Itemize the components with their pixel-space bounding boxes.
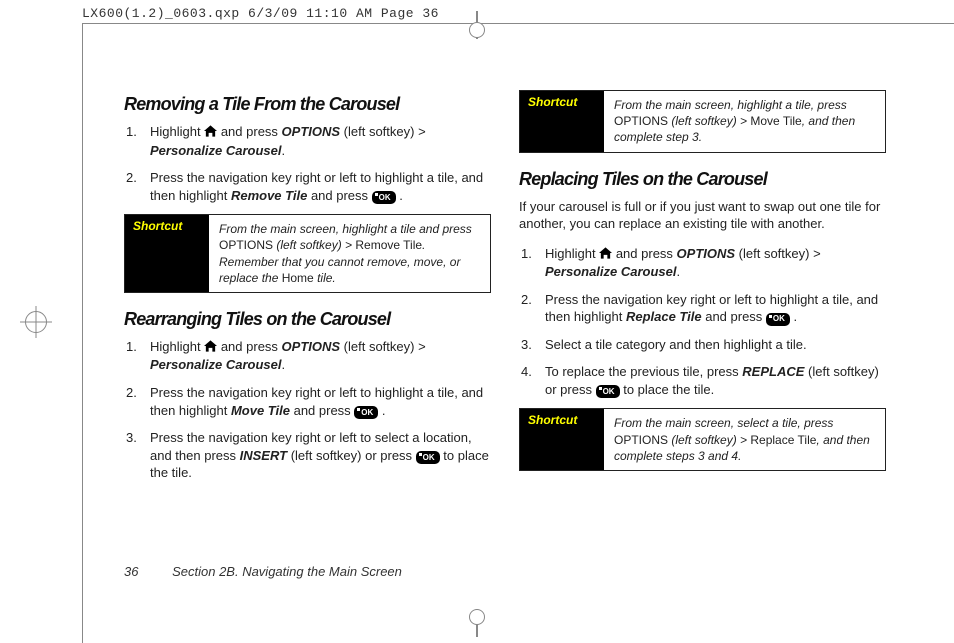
left-column: Removing a Tile From the Carousel Highli…	[124, 90, 491, 492]
text: From the main screen, select a tile, pre…	[614, 416, 833, 430]
text: (left softkey) >	[668, 433, 750, 447]
options-label: OPTIONS	[677, 246, 736, 261]
text: Highlight	[150, 339, 204, 354]
shortcut-body: From the main screen, highlight a tile a…	[209, 215, 490, 292]
text: Remove Tile	[355, 238, 422, 252]
page-footer: 36 Section 2B. Navigating the Main Scree…	[124, 564, 402, 579]
top-rule	[82, 23, 954, 24]
ok-key-icon: OK	[354, 406, 378, 419]
replacing-steps: Highlight and press OPTIONS (left softke…	[519, 245, 886, 399]
move-tile-label: Move Tile	[231, 403, 290, 418]
remove-tile-label: Remove Tile	[231, 188, 307, 203]
right-column: Shortcut From the main screen, highlight…	[519, 90, 886, 492]
ok-key-icon: OK	[416, 451, 440, 464]
text: (left softkey) >	[344, 339, 426, 354]
rearranging-steps: Highlight and press OPTIONS (left softke…	[124, 338, 491, 482]
text: Replace Tile	[750, 433, 816, 447]
text: and press	[705, 309, 766, 324]
step: Press the navigation key right or left t…	[519, 291, 886, 326]
personalize-label: Personalize Carousel	[545, 264, 677, 279]
shortcut-box-replace: Shortcut From the main screen, select a …	[519, 408, 886, 471]
text: Highlight	[150, 124, 204, 139]
text: Highlight	[545, 246, 599, 261]
text: Home	[282, 271, 314, 285]
text: OPTIONS	[614, 433, 668, 447]
text: .	[282, 143, 286, 158]
removing-steps: Highlight and press OPTIONS (left softke…	[124, 123, 491, 204]
text: (left softkey) >	[344, 124, 426, 139]
doc-header: LX600(1.2)_0603.qxp 6/3/09 11:10 AM Page…	[82, 6, 439, 21]
text: and press	[616, 246, 677, 261]
shortcut-box-move: Shortcut From the main screen, highlight…	[519, 90, 886, 153]
shortcut-label: Shortcut	[520, 409, 604, 470]
replace-tile-label: Replace Tile	[626, 309, 702, 324]
text: .	[282, 357, 286, 372]
text: From the main screen, highlight a tile, …	[614, 98, 847, 112]
step: Press the navigation key right or left t…	[124, 169, 491, 204]
step: Highlight and press OPTIONS (left softke…	[124, 338, 491, 374]
shortcut-label: Shortcut	[125, 215, 209, 292]
text: Move Tile	[750, 114, 801, 128]
crop-circle-top	[469, 22, 485, 38]
options-label: OPTIONS	[282, 339, 341, 354]
text: OPTIONS	[614, 114, 668, 128]
home-icon	[599, 246, 612, 264]
personalize-label: Personalize Carousel	[150, 143, 282, 158]
text: to place the tile.	[623, 382, 714, 397]
step: To replace the previous tile, press REPL…	[519, 363, 886, 398]
shortcut-box-remove: Shortcut From the main screen, highlight…	[124, 214, 491, 293]
text: and press	[221, 339, 282, 354]
step: Press the navigation key right or left t…	[124, 429, 491, 482]
text: To replace the previous tile, press	[545, 364, 742, 379]
shortcut-body: From the main screen, select a tile, pre…	[604, 409, 885, 470]
heading-rearranging: Rearranging Tiles on the Carousel	[124, 309, 491, 330]
text: From the main screen, highlight a tile a…	[219, 222, 472, 236]
shortcut-body: From the main screen, highlight a tile, …	[604, 91, 885, 152]
ok-key-icon: OK	[596, 385, 620, 398]
page-content: Removing a Tile From the Carousel Highli…	[124, 90, 886, 492]
registration-mark-left	[25, 311, 47, 333]
step: Highlight and press OPTIONS (left softke…	[124, 123, 491, 159]
text: and press	[294, 403, 355, 418]
page-number: 36	[124, 564, 138, 579]
text: (left softkey) >	[739, 246, 821, 261]
text: .	[378, 403, 385, 418]
text: OPTIONS	[219, 238, 273, 252]
replace-label: REPLACE	[742, 364, 804, 379]
section-title: Section 2B. Navigating the Main Screen	[172, 564, 402, 579]
insert-label: INSERT	[240, 448, 287, 463]
ok-key-icon: OK	[372, 191, 396, 204]
shortcut-label: Shortcut	[520, 91, 604, 152]
text: (left softkey) >	[668, 114, 750, 128]
options-label: OPTIONS	[282, 124, 341, 139]
step: Highlight and press OPTIONS (left softke…	[519, 245, 886, 281]
home-icon	[204, 124, 217, 142]
text: and press	[221, 124, 282, 139]
heading-removing: Removing a Tile From the Carousel	[124, 94, 491, 115]
text: (left softkey) or press	[291, 448, 416, 463]
step: Select a tile category and then highligh…	[519, 336, 886, 354]
left-rule	[82, 23, 83, 643]
text: .	[790, 309, 797, 324]
text: tile.	[314, 271, 336, 285]
ok-key-icon: OK	[766, 313, 790, 326]
text: and press	[311, 188, 372, 203]
text: .	[677, 264, 681, 279]
personalize-label: Personalize Carousel	[150, 357, 282, 372]
step: Press the navigation key right or left t…	[124, 384, 491, 419]
heading-replacing: Replacing Tiles on the Carousel	[519, 169, 886, 190]
replacing-intro: If your carousel is full or if you just …	[519, 198, 886, 233]
text: .	[396, 188, 403, 203]
text: (left softkey) >	[273, 238, 355, 252]
home-icon	[204, 339, 217, 357]
crop-circle-bottom	[469, 609, 485, 625]
